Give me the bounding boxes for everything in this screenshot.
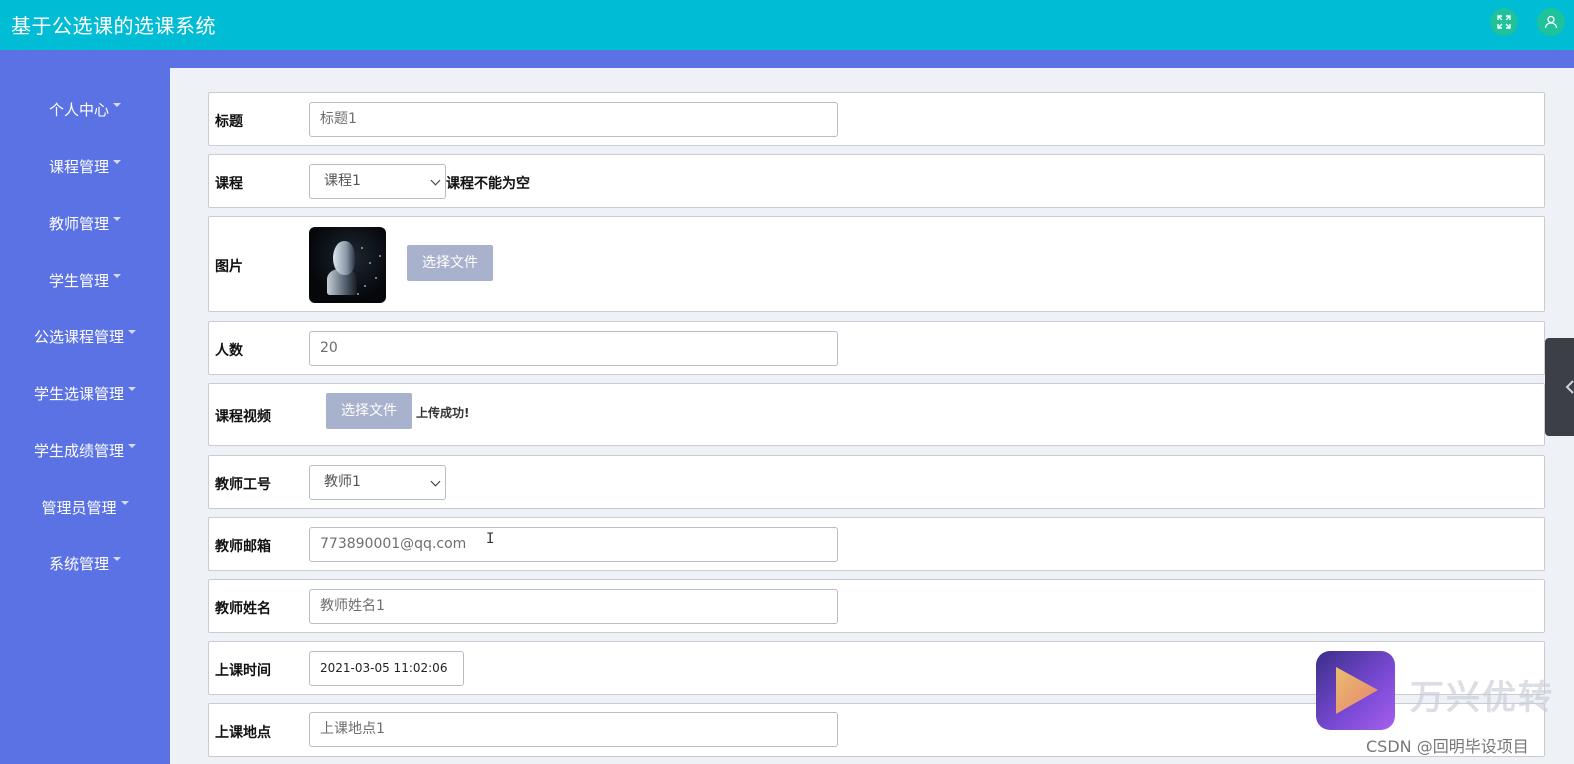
top-accent-strip <box>0 50 1574 68</box>
sidebar-item-course-management[interactable]: 课程管理 <box>0 151 170 181</box>
top-bar: 基于公选课的选课系统 <box>0 0 1574 50</box>
image-choose-file-button[interactable]: 选择文件 <box>407 245 493 281</box>
sidebar: 个人中心 课程管理 教师管理 学生管理 公选课程管理 学生选课管理 学生成绩管理… <box>0 50 170 764</box>
chevron-down-icon <box>430 175 441 186</box>
caret-down-icon <box>113 103 121 107</box>
caret-down-icon <box>128 387 136 391</box>
teacher-email-input[interactable]: 773890001@qq.com <box>309 527 838 562</box>
title-label: 标题 <box>215 114 243 130</box>
form-row-teacher-email: 教师邮箱 773890001@qq.com <box>208 517 1545 571</box>
sidebar-item-grade-management[interactable]: 学生成绩管理 <box>0 435 170 465</box>
teacher-name-input[interactable]: 教师姓名1 <box>309 589 838 624</box>
sidebar-item-admin-management[interactable]: 管理员管理 <box>0 492 170 522</box>
course-select[interactable]: 课程1 <box>309 164 446 199</box>
capacity-label: 人数 <box>215 343 243 359</box>
sidebar-item-system-management[interactable]: 系统管理 <box>0 548 170 578</box>
title-input[interactable]: 标题1 <box>309 102 838 137</box>
form-row-capacity: 人数 20 <box>208 321 1545 375</box>
watermark-logo <box>1316 651 1395 730</box>
teacher-id-label: 教师工号 <box>215 477 271 493</box>
caret-down-icon <box>128 444 136 448</box>
form-row-teacher-id: 教师工号 教师1 <box>208 455 1545 509</box>
user-menu-button[interactable] <box>1537 8 1565 36</box>
text-cursor-icon: I <box>486 531 495 547</box>
caret-down-icon <box>128 330 136 334</box>
location-label: 上课地点 <box>215 725 271 741</box>
teacher-email-label: 教师邮箱 <box>215 539 271 555</box>
location-input[interactable]: 上课地点1 <box>309 712 838 747</box>
form-row-title: 标题 标题1 <box>208 92 1545 146</box>
caret-down-icon <box>113 274 121 278</box>
credit-text: CSDN @回明毕设项目 <box>1366 737 1529 756</box>
side-collapse-tab[interactable] <box>1545 338 1574 436</box>
chevron-left-icon <box>1565 380 1574 394</box>
fullscreen-button[interactable] <box>1490 8 1518 36</box>
app-title: 基于公选课的选课系统 <box>11 14 216 38</box>
sidebar-item-course-selection-management[interactable]: 学生选课管理 <box>0 378 170 408</box>
expand-icon <box>1497 15 1511 29</box>
video-upload-status: 上传成功! <box>416 406 470 420</box>
teacher-name-label: 教师姓名 <box>215 601 271 617</box>
chevron-down-icon <box>430 476 441 487</box>
play-icon <box>1336 667 1378 714</box>
caret-down-icon <box>113 557 121 561</box>
sidebar-item-teacher-management[interactable]: 教师管理 <box>0 208 170 238</box>
image-label: 图片 <box>215 259 243 275</box>
form-row-teacher-name: 教师姓名 教师姓名1 <box>208 579 1545 633</box>
caret-down-icon <box>113 217 121 221</box>
form-row-course: 课程 课程1 课程不能为空 <box>208 154 1545 208</box>
capacity-input[interactable]: 20 <box>309 331 838 366</box>
caret-down-icon <box>113 160 121 164</box>
video-label: 课程视频 <box>215 409 271 425</box>
form-row-image: 图片 选择文件 <box>208 216 1545 312</box>
watermark-text: 万兴优转 <box>1410 678 1554 718</box>
form-row-video: 课程视频 选择文件 上传成功! <box>208 383 1545 446</box>
sidebar-item-student-management[interactable]: 学生管理 <box>0 265 170 295</box>
user-icon <box>1544 15 1558 29</box>
course-image-thumbnail <box>309 227 386 303</box>
caret-down-icon <box>120 501 129 505</box>
teacher-id-select[interactable]: 教师1 <box>309 465 446 500</box>
course-validation-message: 课程不能为空 <box>446 176 530 192</box>
video-choose-file-button[interactable]: 选择文件 <box>326 393 412 429</box>
class-time-input[interactable]: 2021-03-05 11:02:06 <box>309 651 464 686</box>
sidebar-item-personal-center[interactable]: 个人中心 <box>0 94 170 124</box>
course-label: 课程 <box>215 176 243 192</box>
class-time-label: 上课时间 <box>215 663 271 679</box>
sidebar-item-elective-course-management[interactable]: 公选课程管理 <box>0 321 170 351</box>
